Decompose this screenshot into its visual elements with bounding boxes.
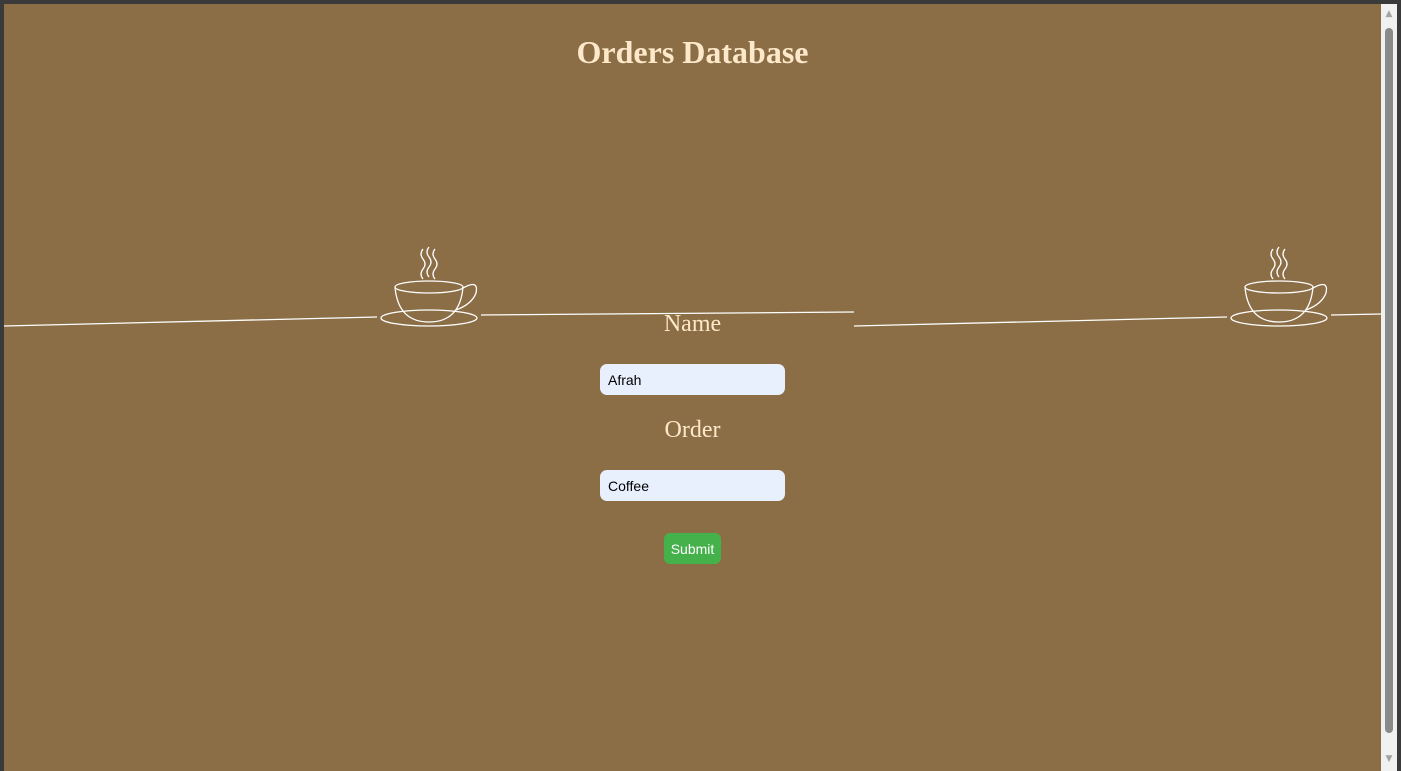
submit-button[interactable]: Submit bbox=[664, 533, 721, 564]
name-label: Name bbox=[663, 311, 722, 337]
chevron-up-icon[interactable]: ▲ bbox=[1381, 6, 1397, 22]
chevron-down-icon[interactable]: ▼ bbox=[1381, 751, 1397, 767]
order-label: Order bbox=[664, 417, 721, 443]
scrollbar-thumb[interactable] bbox=[1385, 28, 1393, 733]
name-input[interactable] bbox=[600, 364, 785, 395]
order-input[interactable] bbox=[600, 470, 785, 501]
vertical-scrollbar[interactable]: ▲ ▼ bbox=[1381, 4, 1397, 771]
page-viewport: Orders Database Name Order bbox=[4, 4, 1381, 771]
